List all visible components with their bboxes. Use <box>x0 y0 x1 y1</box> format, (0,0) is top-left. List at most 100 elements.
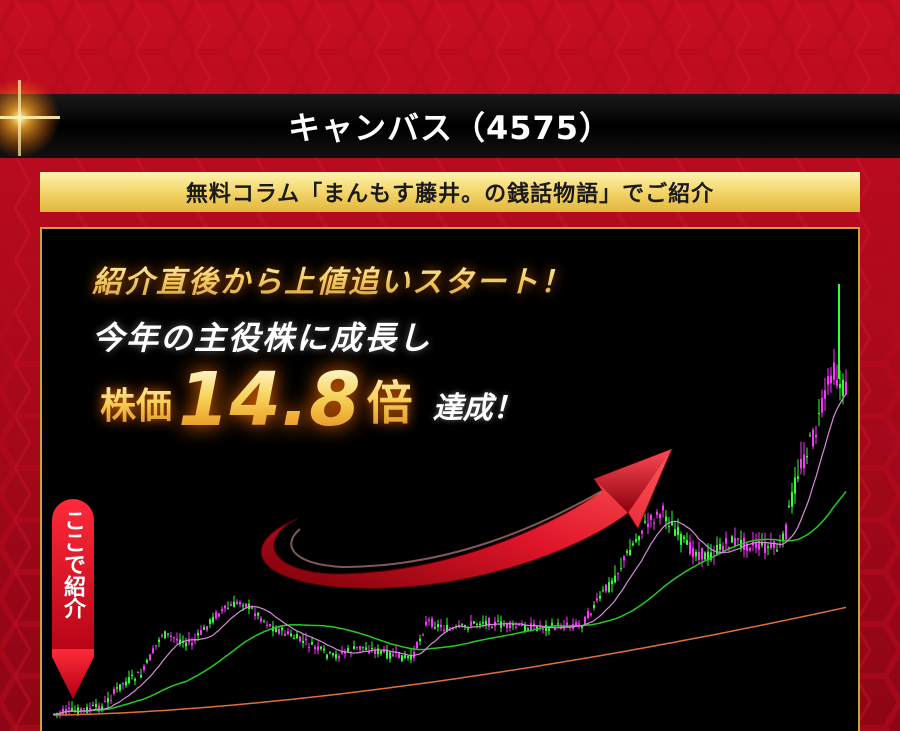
candle-body <box>557 623 559 625</box>
candle-body <box>587 611 589 619</box>
candle-body <box>119 684 121 691</box>
candle-body <box>275 628 277 633</box>
moving-average-long <box>54 606 847 716</box>
candle-body <box>611 580 613 585</box>
candle-body <box>380 650 382 654</box>
candle-body <box>788 505 790 508</box>
candle-body <box>158 639 160 643</box>
candle-body <box>440 624 442 628</box>
candle-body <box>392 654 394 657</box>
candle-body <box>212 617 214 623</box>
candle-body <box>128 677 130 684</box>
candle-body <box>632 543 634 546</box>
candle-body <box>278 628 280 634</box>
candle-body <box>638 536 640 541</box>
candle-body <box>461 623 463 625</box>
candle-body <box>203 626 205 630</box>
candle-body <box>725 538 727 544</box>
candle-body <box>605 584 607 592</box>
candle-body <box>197 632 199 636</box>
candle-body <box>68 707 70 709</box>
candle-body <box>599 595 601 599</box>
stock-candlestick-chart <box>52 284 847 719</box>
candle-body <box>146 660 148 663</box>
candle-body <box>773 541 775 548</box>
headline-multiplier: 株価 14.8 倍 達成！ <box>100 363 523 437</box>
candle-body <box>479 623 481 626</box>
candle-body <box>821 398 823 413</box>
candle-body <box>776 549 778 552</box>
candle-body <box>647 523 649 527</box>
candle-body <box>269 624 271 627</box>
candle-body <box>653 522 655 524</box>
candle-body <box>293 638 295 640</box>
candle-body <box>80 708 82 711</box>
candle-body <box>371 648 373 650</box>
candle-body <box>677 527 679 536</box>
candle-body <box>305 638 307 641</box>
candle-body <box>578 623 580 625</box>
candle-body <box>113 688 115 694</box>
candle-body <box>818 412 820 414</box>
candle-body <box>359 646 361 650</box>
candle-body <box>290 633 292 637</box>
candle-body <box>107 698 109 703</box>
candle-body <box>185 642 187 647</box>
candle-body <box>701 547 703 560</box>
candle-body <box>206 626 208 631</box>
multiplier-unit: 倍 <box>367 367 413 433</box>
candle-body <box>698 551 700 560</box>
candle-body <box>83 708 85 710</box>
candle-body <box>734 538 736 547</box>
candle-body <box>542 628 544 630</box>
candle-body <box>527 628 529 631</box>
candle-body <box>620 567 622 569</box>
candle-body <box>560 628 562 630</box>
candle-body <box>521 624 523 627</box>
candle-body <box>590 613 592 616</box>
candle-body <box>794 477 796 494</box>
candle-body <box>299 636 301 642</box>
candle-body <box>833 362 835 380</box>
candle-body <box>803 454 805 469</box>
candle-body <box>215 612 217 619</box>
candle-body <box>326 654 328 659</box>
candle-body <box>164 631 166 639</box>
candle-body <box>431 618 433 628</box>
candle-body <box>443 630 445 632</box>
candle-body <box>419 638 421 642</box>
candle-body <box>827 376 829 385</box>
candle-body <box>428 619 430 621</box>
candle-body <box>695 552 697 557</box>
candle-body <box>260 618 262 622</box>
candle-body <box>845 381 847 395</box>
candle-body <box>233 601 235 608</box>
candle-body <box>251 607 253 609</box>
candle-body <box>161 635 163 637</box>
candle-body <box>239 601 241 605</box>
candle-body <box>662 505 664 511</box>
candle-body <box>242 605 244 607</box>
candle-body <box>296 634 298 639</box>
candle-body <box>626 551 628 553</box>
candle-body <box>686 540 688 545</box>
candle-body <box>629 549 631 556</box>
page-title: キャンバス（4575） <box>0 94 900 158</box>
candle-body <box>353 646 355 650</box>
candle-body <box>737 538 739 540</box>
candle-body <box>815 434 817 438</box>
candle-body <box>209 619 211 624</box>
chart-panel: 紹介直後から上値追いスタート！ 今年の主役株に成長し 株価 14.8 倍 達成！… <box>40 227 860 731</box>
candle-body <box>806 455 808 458</box>
candle-body <box>224 605 226 609</box>
candle-body <box>329 652 331 654</box>
candle-body <box>785 524 787 540</box>
candle-body <box>467 628 469 630</box>
candle-body <box>143 665 145 670</box>
candle-body <box>200 630 202 635</box>
candle-body <box>401 655 403 662</box>
candle-body <box>404 655 406 659</box>
candle-body <box>659 514 661 519</box>
candle-body <box>302 640 304 644</box>
candle-body <box>266 624 268 626</box>
